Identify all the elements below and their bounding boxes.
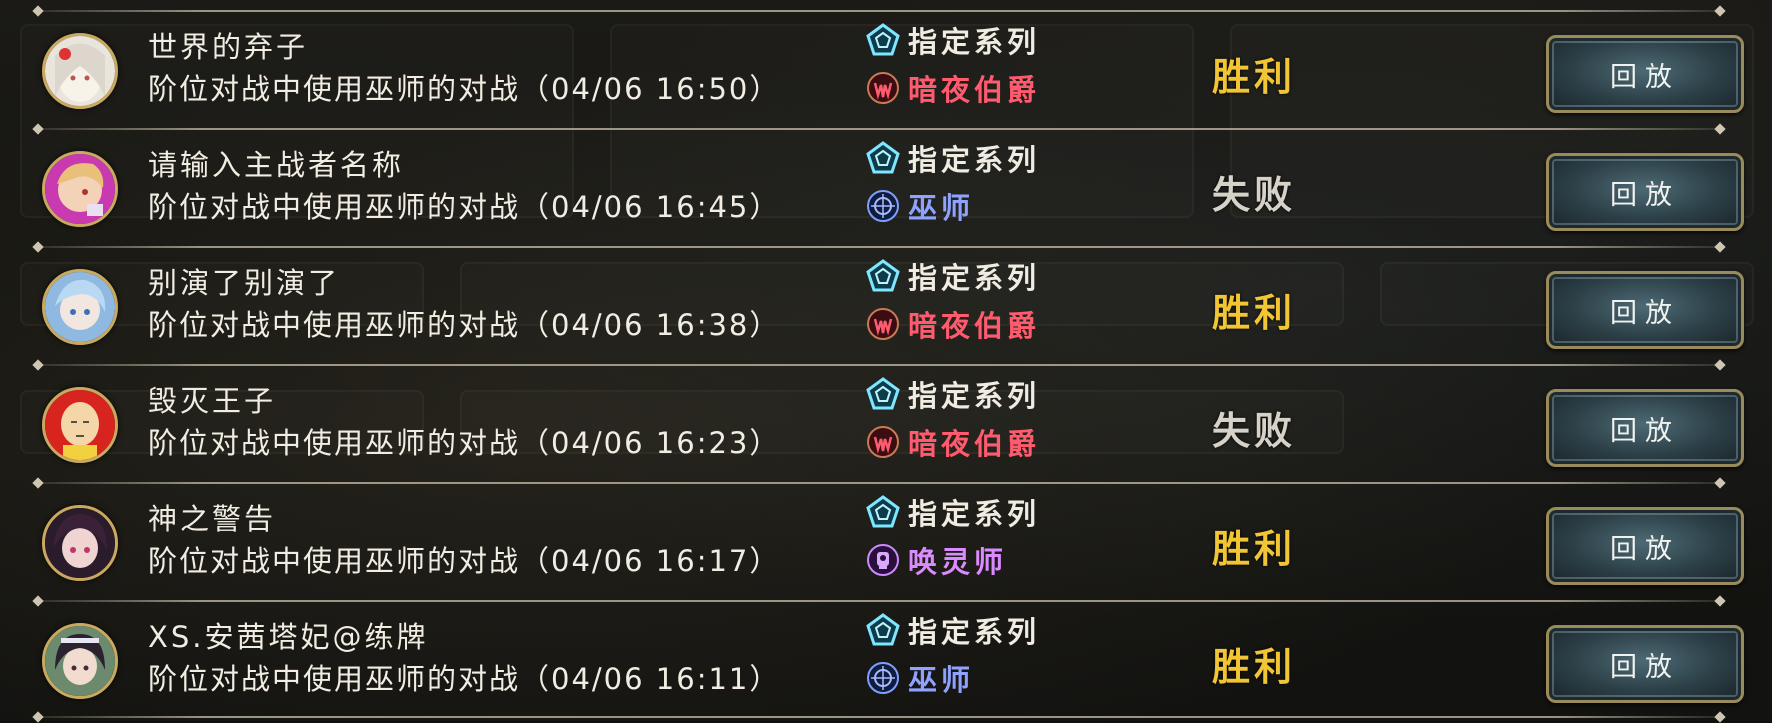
match-description: 阶位对战中使用巫师的对战（04/06 16:45） (148, 190, 781, 224)
class-tag: 暗夜伯爵 (866, 68, 1040, 108)
opponent-avatar (42, 505, 118, 581)
format-label: 指定系列 (908, 261, 1041, 295)
opponent-avatar (42, 151, 118, 227)
opponent-name: 世界的弃子 (148, 30, 309, 64)
match-description: 阶位对战中使用巫师的对战（04/06 16:11） (148, 662, 781, 696)
mage-rune-icon (867, 662, 899, 694)
battle-record-row: XS.安茜塔妃@练牌 阶位对战中使用巫师的对战（04/06 16:11） 指定系… (0, 602, 1772, 720)
pentagon-gem-icon (866, 23, 900, 56)
battle-record-row: 请输入主战者名称 阶位对战中使用巫师的对战（04/06 16:45） 指定系列 … (0, 130, 1772, 248)
summoner-lantern-icon (867, 544, 899, 576)
format-tag: 指定系列 (866, 374, 1040, 414)
match-result: 胜利 (1212, 55, 1297, 99)
pentagon-gem-icon (866, 377, 900, 410)
class-tag: 暗夜伯爵 (866, 304, 1040, 344)
opponent-avatar (42, 33, 118, 109)
opponent-name: 请输入主战者名称 (148, 148, 405, 182)
match-result: 失败 (1212, 173, 1297, 217)
class-label: 暗夜伯爵 (908, 309, 1041, 343)
pentagon-gem-icon (866, 141, 900, 174)
mage-rune-icon (867, 190, 899, 222)
replay-button[interactable]: 回放 (1546, 153, 1744, 231)
night-count-crest-icon (867, 426, 899, 458)
replay-button[interactable]: 回放 (1546, 271, 1744, 349)
battle-record-row: 别演了别演了 阶位对战中使用巫师的对战（04/06 16:38） 指定系列 暗夜… (0, 248, 1772, 366)
class-tag: 巫师 (866, 658, 974, 698)
format-label: 指定系列 (908, 143, 1041, 177)
match-description: 阶位对战中使用巫师的对战（04/06 16:50） (148, 72, 781, 106)
class-label: 唤灵师 (908, 545, 1008, 579)
match-description: 阶位对战中使用巫师的对战（04/06 16:23） (148, 426, 781, 460)
format-label: 指定系列 (908, 379, 1041, 413)
opponent-avatar (42, 269, 118, 345)
match-result: 胜利 (1212, 291, 1297, 335)
pentagon-gem-icon (866, 495, 900, 528)
replay-button[interactable]: 回放 (1546, 389, 1744, 467)
opponent-name: XS.安茜塔妃@练牌 (148, 620, 429, 654)
format-label: 指定系列 (908, 497, 1041, 531)
class-tag: 唤灵师 (866, 540, 1007, 580)
replay-button[interactable]: 回放 (1546, 507, 1744, 585)
format-tag: 指定系列 (866, 492, 1040, 532)
replay-button[interactable]: 回放 (1546, 35, 1744, 113)
battle-record-row: 世界的弃子 阶位对战中使用巫师的对战（04/06 16:50） 指定系列 暗夜伯… (0, 12, 1772, 130)
battle-record-row: 神之警告 阶位对战中使用巫师的对战（04/06 16:17） 指定系列 唤灵师 … (0, 484, 1772, 602)
opponent-name: 神之警告 (148, 502, 277, 536)
class-label: 巫师 (908, 191, 975, 225)
format-tag: 指定系列 (866, 20, 1040, 60)
match-result: 胜利 (1212, 645, 1297, 689)
format-tag: 指定系列 (866, 610, 1040, 650)
match-result: 胜利 (1212, 527, 1297, 571)
opponent-avatar (42, 387, 118, 463)
format-label: 指定系列 (908, 25, 1041, 59)
class-tag: 巫师 (866, 186, 974, 226)
class-tag: 暗夜伯爵 (866, 422, 1040, 462)
format-tag: 指定系列 (866, 256, 1040, 296)
match-description: 阶位对战中使用巫师的对战（04/06 16:38） (148, 308, 781, 342)
night-count-crest-icon (867, 308, 899, 340)
match-result: 失败 (1212, 409, 1297, 453)
format-tag: 指定系列 (866, 138, 1040, 178)
replay-button[interactable]: 回放 (1546, 625, 1744, 703)
class-label: 巫师 (908, 663, 975, 697)
night-count-crest-icon (867, 72, 899, 104)
opponent-name: 毁灭王子 (148, 384, 277, 418)
class-label: 暗夜伯爵 (908, 73, 1041, 107)
pentagon-gem-icon (866, 259, 900, 292)
format-label: 指定系列 (908, 615, 1041, 649)
class-label: 暗夜伯爵 (908, 427, 1041, 461)
pentagon-gem-icon (866, 613, 900, 646)
opponent-avatar (42, 623, 118, 699)
match-description: 阶位对战中使用巫师的对战（04/06 16:17） (148, 544, 781, 578)
opponent-name: 别演了别演了 (148, 266, 341, 300)
battle-record-row: 毁灭王子 阶位对战中使用巫师的对战（04/06 16:23） 指定系列 暗夜伯爵… (0, 366, 1772, 484)
